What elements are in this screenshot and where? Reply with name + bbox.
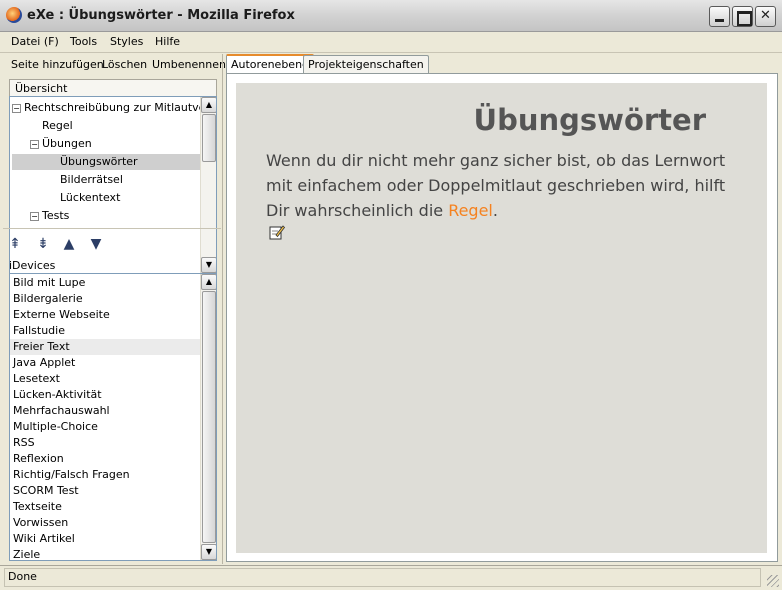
- tab-bar: Autorenebene Projekteigenschaften: [226, 54, 778, 73]
- outline-header: Übersicht: [9, 79, 217, 97]
- tree-node-root[interactable]: − Rechtschreibübung zur Mitlautve...: [12, 100, 216, 116]
- demote-icon[interactable]: ⇟: [35, 236, 51, 252]
- list-item[interactable]: Vorwissen: [10, 515, 200, 531]
- scroll-down-icon[interactable]: ▼: [201, 257, 216, 273]
- tree-node-bilderraetsel[interactable]: Bilderrätsel: [60, 172, 123, 188]
- outline-toolbar: Seite hinzufügen Löschen Umbenennen: [3, 54, 226, 76]
- tree-node-lueckentext[interactable]: Lückentext: [60, 190, 120, 206]
- tab-autorenebene[interactable]: Autorenebene: [226, 54, 314, 73]
- list-item[interactable]: Textseite: [10, 499, 200, 515]
- tree-node-uebungswoerter[interactable]: Übungswörter: [12, 154, 200, 170]
- list-item[interactable]: Fallstudie: [10, 323, 200, 339]
- list-item[interactable]: Ziele: [10, 547, 200, 560]
- list-item[interactable]: Multiple-Choice: [10, 419, 200, 435]
- rename-page-button[interactable]: Umbenennen: [152, 58, 226, 71]
- list-item[interactable]: Bild mit Lupe: [10, 275, 200, 291]
- promote-icon[interactable]: ⇞: [7, 236, 23, 252]
- scroll-thumb[interactable]: [202, 291, 216, 543]
- menu-tools[interactable]: Tools: [70, 35, 97, 48]
- status-panel: [4, 568, 761, 587]
- list-item[interactable]: Bildergalerie: [10, 291, 200, 307]
- list-item[interactable]: Lesetext: [10, 371, 200, 387]
- collapse-icon[interactable]: −: [12, 103, 21, 113]
- page-title: Übungswörter: [473, 103, 706, 137]
- list-item[interactable]: SCORM Test: [10, 483, 200, 499]
- menu-hilfe[interactable]: Hilfe: [155, 35, 180, 48]
- add-page-button[interactable]: Seite hinzufügen: [11, 58, 104, 71]
- move-down-icon[interactable]: ▼: [88, 236, 104, 252]
- regel-link[interactable]: Regel: [448, 201, 493, 220]
- list-item[interactable]: Wiki Artikel: [10, 531, 200, 547]
- collapse-icon[interactable]: −: [30, 211, 39, 221]
- tab-projekteigenschaften[interactable]: Projekteigenschaften: [303, 55, 429, 73]
- list-item[interactable]: Freier Text: [10, 339, 200, 355]
- list-item[interactable]: RSS: [10, 435, 200, 451]
- collapse-icon[interactable]: −: [30, 139, 39, 149]
- scroll-up-icon[interactable]: ▲: [201, 274, 216, 290]
- left-panel: Seite hinzufügen Löschen Umbenennen Über…: [3, 54, 226, 564]
- page-preview: Übungswörter Wenn du dir nicht mehr ganz…: [236, 83, 767, 553]
- status-text: Done: [8, 570, 37, 583]
- status-bar: Done: [0, 565, 782, 590]
- list-item[interactable]: Externe Webseite: [10, 307, 200, 323]
- list-item[interactable]: Lücken-Aktivität: [10, 387, 200, 403]
- page-body-text: Wenn du dir nicht mehr ganz sicher bist,…: [266, 151, 726, 220]
- idevices-label: iDevices: [9, 259, 56, 272]
- list-item[interactable]: Reflexion: [10, 451, 200, 467]
- scroll-up-icon[interactable]: ▲: [201, 97, 216, 113]
- resize-grip-icon[interactable]: [767, 575, 779, 587]
- firefox-icon: [6, 7, 22, 23]
- tree-node-uebungen[interactable]: − Übungen: [30, 136, 92, 152]
- window-title: eXe : Übungswörter - Mozilla Firefox: [27, 8, 295, 23]
- maximize-button[interactable]: [732, 6, 753, 27]
- tree-node-tests[interactable]: − Tests: [30, 208, 69, 224]
- idevices-list[interactable]: Bild mit Lupe Bildergalerie Externe Webs…: [9, 273, 217, 561]
- content-area: Übungswörter Wenn du dir nicht mehr ganz…: [226, 73, 778, 562]
- minimize-button[interactable]: [709, 6, 730, 27]
- list-item[interactable]: Mehrfachauswahl: [10, 403, 200, 419]
- scroll-down-icon[interactable]: ▼: [201, 544, 216, 560]
- title-bar: eXe : Übungswörter - Mozilla Firefox: [0, 0, 782, 32]
- list-item[interactable]: Java Applet: [10, 355, 200, 371]
- close-button[interactable]: [755, 6, 776, 27]
- menu-bar: Datei (F) Tools Styles Hilfe: [0, 32, 782, 53]
- tree-node-regel[interactable]: Regel: [42, 118, 73, 134]
- node-move-toolbar: ⇞ ⇟ ▲ ▼: [3, 228, 221, 254]
- menu-styles[interactable]: Styles: [110, 35, 143, 48]
- delete-page-button[interactable]: Löschen: [102, 58, 147, 71]
- idevices-scrollbar[interactable]: ▲ ▼: [200, 274, 216, 560]
- panel-splitter[interactable]: [222, 54, 225, 564]
- scroll-thumb[interactable]: [202, 114, 216, 162]
- move-up-icon[interactable]: ▲: [61, 236, 77, 252]
- list-item[interactable]: Richtig/Falsch Fragen: [10, 467, 200, 483]
- edit-icon[interactable]: [269, 224, 285, 240]
- menu-datei[interactable]: Datei (F): [11, 35, 59, 48]
